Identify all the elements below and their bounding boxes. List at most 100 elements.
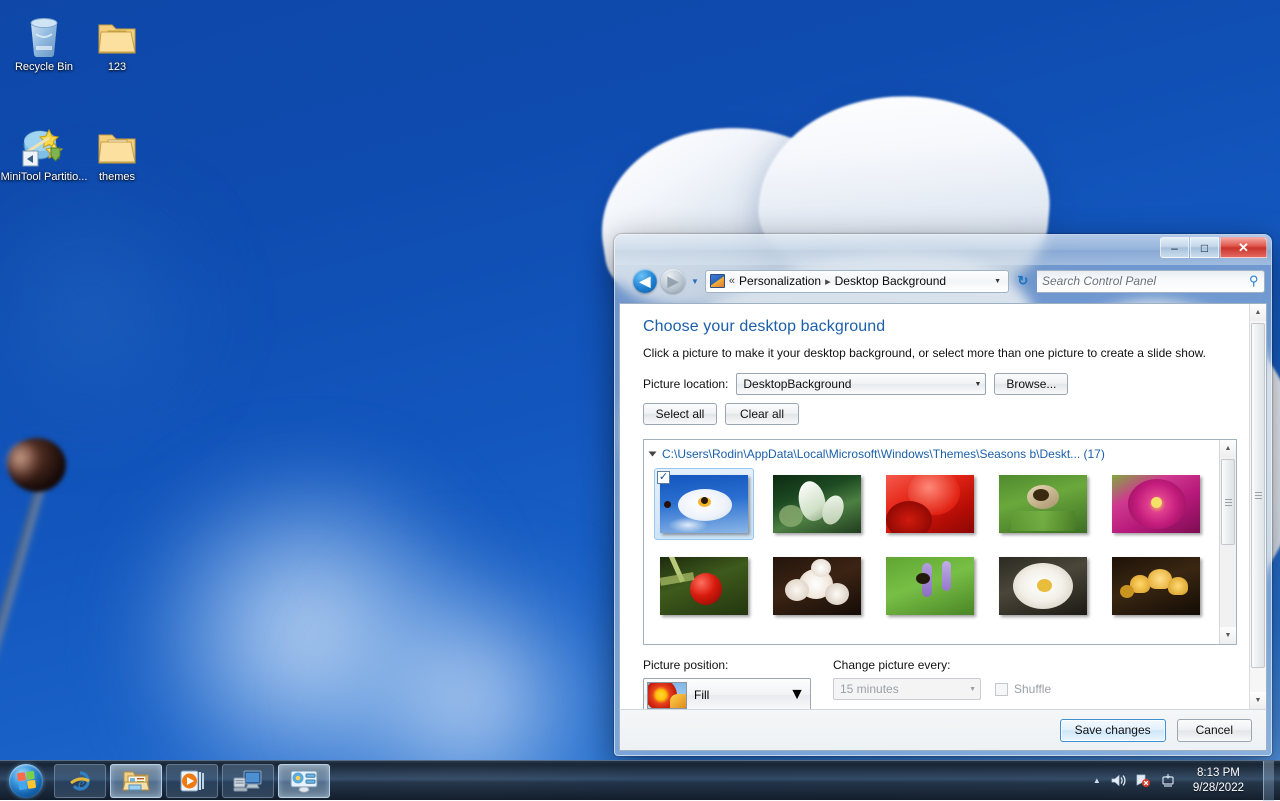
thumbnail-white-buds-leaves[interactable] — [767, 468, 867, 540]
content-scrollbar-thumb[interactable] — [1251, 323, 1265, 668]
thumbnail-image — [773, 557, 861, 615]
picture-position-value: Fill — [694, 688, 782, 702]
group-header[interactable]: C:\Users\Rodin\AppData\Local\Microsoft\W… — [644, 440, 1236, 465]
picture-location-label: Picture location: — [643, 377, 728, 391]
desktop-icon-label: 123 — [73, 61, 161, 74]
breadcrumb-desktop-background[interactable]: Desktop Background — [835, 274, 946, 288]
address-bar[interactable]: « Personalization ▸ Desktop Background ▼ — [705, 270, 1009, 293]
personalization-icon — [710, 274, 725, 288]
change-picture-interval-select[interactable]: 15 minutes ▼ — [833, 678, 981, 700]
list-scrollbar-thumb[interactable] — [1221, 459, 1235, 545]
minimize-button[interactable]: – — [1160, 237, 1189, 258]
folder-icon — [73, 8, 161, 58]
taskbar-control-panel[interactable] — [278, 764, 330, 798]
window-title-bar[interactable]: – □ ✕ — [615, 235, 1271, 265]
desktop-icon-folder-123[interactable]: 123 — [73, 8, 161, 74]
thumbnail-checkbox[interactable]: ✓ — [657, 471, 670, 484]
shuffle-option[interactable]: Shuffle — [995, 682, 1051, 696]
maximize-button[interactable]: □ — [1190, 237, 1219, 258]
close-button[interactable]: ✕ — [1220, 237, 1267, 258]
breadcrumb-personalization[interactable]: Personalization — [739, 274, 821, 288]
taskbar-remote-desktop[interactable] — [222, 764, 274, 798]
thumbnail-image — [886, 557, 974, 615]
search-icon[interactable]: ⚲ — [1249, 273, 1259, 289]
svg-text:e: e — [78, 776, 85, 792]
address-dropdown-icon[interactable]: ▼ — [990, 278, 1005, 285]
action-center-icon[interactable] — [1160, 773, 1176, 788]
windows-logo-icon — [9, 764, 43, 798]
refresh-button[interactable]: ↻ — [1013, 271, 1033, 292]
taskbar-internet-explorer[interactable]: e — [54, 764, 106, 798]
thumbnail-white-anemone-sky[interactable]: ✓ — [654, 468, 754, 540]
wallpaper-stem — [0, 480, 50, 773]
show-desktop-button[interactable] — [1263, 761, 1274, 801]
window-footer: Save changes Cancel — [619, 709, 1267, 751]
taskbar-clock[interactable]: 8:13 PM 9/28/2022 — [1185, 766, 1252, 796]
taskbar[interactable]: e — [0, 760, 1280, 800]
clock-time: 8:13 PM — [1193, 766, 1244, 781]
clear-all-button[interactable]: Clear all — [725, 403, 799, 425]
collapse-triangle-icon[interactable] — [649, 452, 657, 457]
chevron-down-icon: ▼ — [974, 381, 981, 388]
page-title: Choose your desktop background — [643, 318, 1248, 336]
thumbnail-white-blossoms[interactable] — [767, 550, 867, 622]
picture-position-select[interactable]: Fill ▼ — [643, 678, 811, 709]
thumbnail-golden-mushrooms[interactable] — [1106, 550, 1206, 622]
page-subtext: Click a picture to make it your desktop … — [643, 346, 1248, 360]
shuffle-checkbox[interactable] — [995, 683, 1008, 696]
browse-button[interactable]: Browse... — [994, 373, 1068, 395]
picture-position-label: Picture position: — [643, 658, 833, 672]
thumbnail-white-anemone[interactable] — [993, 550, 1093, 622]
picture-location-value: DesktopBackground — [743, 377, 851, 391]
control-panel-icon — [289, 769, 319, 793]
cancel-button[interactable]: Cancel — [1177, 719, 1252, 742]
fill-preview-icon — [647, 682, 687, 709]
thumbnail-image — [1112, 557, 1200, 615]
thumbnail-bee-on-flower[interactable] — [993, 468, 1093, 540]
scroll-down-arrow-icon[interactable]: ▼ — [1220, 627, 1236, 644]
desktop-background-window[interactable]: – □ ✕ ◀ ▶ ▼ « Personalization ▸ Desktop … — [614, 234, 1272, 756]
background-picture-list[interactable]: C:\Users\Rodin\AppData\Local\Microsoft\W… — [643, 439, 1237, 645]
folder-icon — [73, 118, 161, 168]
navigation-bar: ◀ ▶ ▼ « Personalization ▸ Desktop Backgr… — [615, 265, 1271, 297]
wallpaper-bud-highlight — [6, 442, 40, 482]
window-controls: – □ ✕ — [1160, 237, 1267, 258]
desktop-icon-folder-themes[interactable]: themes — [73, 118, 161, 184]
picture-location-row: Picture location: DesktopBackground ▼ Br… — [643, 373, 1248, 395]
taskbar-windows-explorer[interactable] — [110, 764, 162, 798]
search-control-panel-box[interactable]: Search Control Panel ⚲ — [1037, 270, 1265, 293]
scroll-up-arrow-icon[interactable]: ▲ — [1250, 304, 1266, 321]
volume-icon[interactable] — [1110, 773, 1126, 788]
list-scrollbar[interactable]: ▲ ▼ — [1219, 440, 1236, 644]
thumbnail-row: ✓ — [654, 468, 1236, 540]
thumbnail-image — [886, 475, 974, 533]
thumbnail-bee-lavender[interactable] — [880, 550, 980, 622]
thumbnail-pink-dahlia[interactable] — [1106, 468, 1206, 540]
selection-buttons-row: Select all Clear all — [643, 403, 1248, 425]
scrollbar-grip-icon — [1225, 499, 1232, 506]
show-hidden-icons-button[interactable]: ▲ — [1093, 776, 1101, 785]
scroll-up-arrow-icon[interactable]: ▲ — [1220, 440, 1236, 457]
thumbnail-image — [660, 475, 748, 533]
thumbnail-red-petals[interactable] — [880, 468, 980, 540]
picture-location-select[interactable]: DesktopBackground ▼ — [736, 373, 986, 395]
network-icon[interactable] — [1135, 773, 1151, 788]
start-button[interactable] — [2, 762, 50, 800]
save-changes-button[interactable]: Save changes — [1060, 719, 1166, 742]
internet-explorer-icon: e — [67, 768, 93, 794]
wallpaper-glow-upper — [0, 180, 220, 440]
thumbnail-row — [654, 550, 1236, 622]
taskbar-media-player[interactable] — [166, 764, 218, 798]
back-button[interactable]: ◀ — [633, 269, 657, 293]
scroll-down-arrow-icon[interactable]: ▼ — [1250, 692, 1266, 709]
select-all-button[interactable]: Select all — [643, 403, 717, 425]
breadcrumb-separator-icon[interactable]: ▸ — [825, 275, 831, 288]
overflow-chevrons-icon[interactable]: « — [729, 275, 735, 287]
windows-explorer-icon — [122, 769, 150, 793]
forward-button[interactable]: ▶ — [661, 269, 685, 293]
change-picture-interval-value: 15 minutes — [840, 682, 899, 696]
history-dropdown-icon[interactable]: ▼ — [689, 277, 701, 286]
content-scrollbar[interactable]: ▲ ▼ — [1249, 304, 1266, 709]
thumbnail-red-berry[interactable] — [654, 550, 754, 622]
content-inner: Choose your desktop background Click a p… — [620, 304, 1248, 709]
